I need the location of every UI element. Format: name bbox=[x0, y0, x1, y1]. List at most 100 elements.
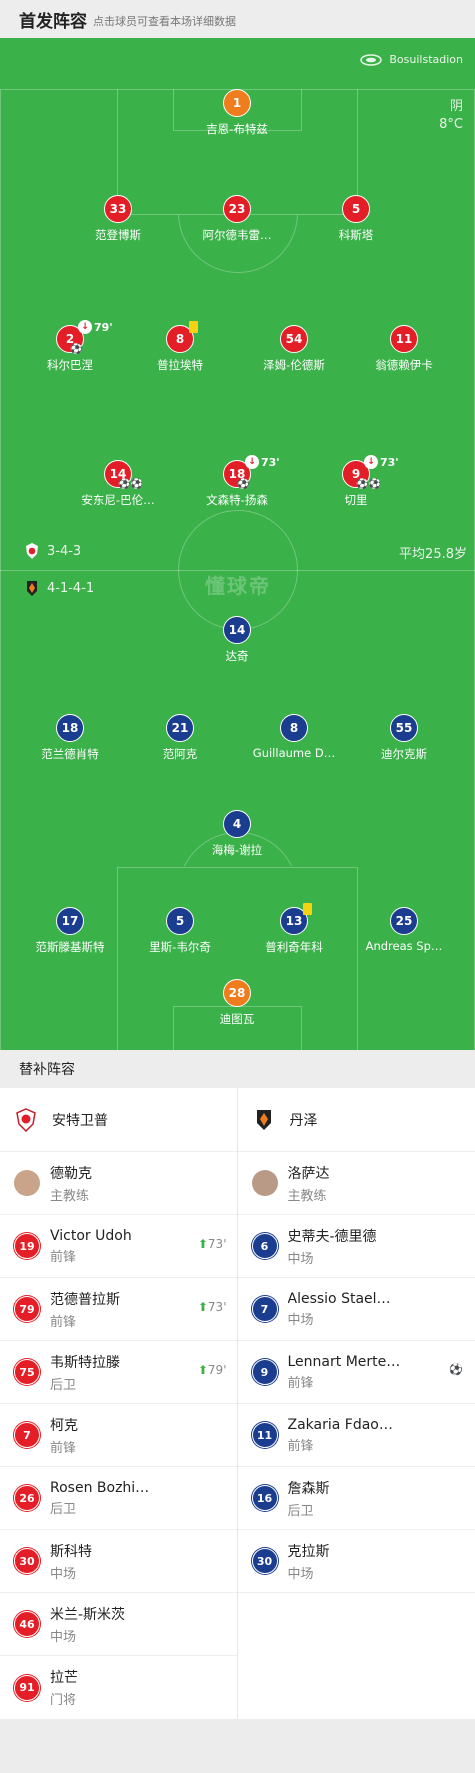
player-number: 5 bbox=[166, 907, 194, 935]
player-number: 23 bbox=[223, 195, 251, 223]
player-name: 克拉斯 bbox=[287, 1543, 330, 1560]
away-team-row[interactable]: 丹泽 bbox=[237, 1088, 475, 1152]
player-number: 18 ↓ 73' ⚽ bbox=[223, 455, 280, 490]
player-name: 文森特-扬森 bbox=[206, 493, 268, 507]
sub-row[interactable]: 75 韦斯特拉滕 后卫 ⬆79' bbox=[0, 1341, 237, 1404]
player-name: 海梅-谢拉 bbox=[211, 843, 263, 857]
player-home-forward[interactable]: 14 ⚽⚽ 安东尼-巴伦… bbox=[58, 460, 178, 508]
player-away-defender[interactable]: 5 里斯-韦尔奇 bbox=[120, 907, 240, 955]
sub-on-icon: ⬆ bbox=[197, 1363, 208, 1377]
player-name: 韦斯特拉滕 bbox=[50, 1354, 120, 1371]
player-home-midfielder[interactable]: 8 普拉埃特 bbox=[120, 321, 240, 373]
player-away-midfielder[interactable]: 18 范兰德肖特 bbox=[10, 714, 130, 762]
player-name: Zakaria Fdao… bbox=[287, 1416, 393, 1433]
player-number: 33 bbox=[104, 195, 132, 223]
player-away-defender[interactable]: 25 Andreas Sp… bbox=[344, 907, 464, 953]
sub-row[interactable]: 16 詹森斯 后卫 bbox=[237, 1467, 475, 1530]
player-position: 前锋 bbox=[50, 1314, 77, 1330]
player-number: 28 bbox=[223, 979, 251, 1007]
away-formation: 4-1-4-1 bbox=[25, 579, 94, 597]
sub-row[interactable]: 7 柯克 前锋 bbox=[0, 1404, 237, 1467]
away-coach-row[interactable]: 洛萨达 主教练 bbox=[237, 1152, 475, 1215]
player-home-goalkeeper[interactable]: 1 吉恩-布特兹 bbox=[177, 89, 297, 137]
player-position: 中场 bbox=[287, 1312, 314, 1328]
home-team-logo-icon bbox=[26, 543, 38, 559]
sub-row[interactable]: 46 米兰-斯米茨 中场 bbox=[0, 1593, 237, 1656]
player-away-defender[interactable]: 17 范斯滕基斯特 bbox=[10, 907, 130, 955]
player-position: 前锋 bbox=[50, 1249, 77, 1265]
player-home-defender[interactable]: 5 科斯塔 bbox=[296, 195, 416, 243]
player-position: 中场 bbox=[50, 1629, 77, 1645]
player-number: 17 bbox=[56, 907, 84, 935]
away-team-logo-icon bbox=[27, 581, 37, 596]
sub-on-indicator: ⬆73' bbox=[198, 1300, 227, 1314]
sub-row[interactable]: 6 史蒂夫-德里德 中场 bbox=[237, 1215, 475, 1278]
lineup-header: 首发阵容 点击球员可查看本场详细数据 bbox=[0, 0, 475, 38]
player-home-defender[interactable]: 23 阿尔德韦雷… bbox=[177, 195, 297, 243]
coach-name: 洛萨达 bbox=[287, 1165, 330, 1182]
player-number: 8 bbox=[166, 321, 198, 353]
sub-row[interactable]: 79 范德普拉斯 前锋 ⬆73' bbox=[0, 1278, 237, 1341]
player-name: 翁德赖伊卡 bbox=[375, 358, 433, 372]
player-away-goalkeeper[interactable]: 28 迪图瓦 bbox=[177, 979, 297, 1027]
player-number: 14 bbox=[223, 616, 251, 644]
player-name: 安东尼-巴伦… bbox=[81, 493, 155, 507]
player-home-defender[interactable]: 33 范登博斯 bbox=[58, 195, 178, 243]
player-number: 46 bbox=[14, 1611, 40, 1637]
player-name: 迪尔克斯 bbox=[381, 747, 427, 761]
venue-name: Bosuilstadion bbox=[389, 53, 463, 66]
sub-row[interactable]: 30 克拉斯 中场 bbox=[237, 1530, 475, 1593]
player-home-midfielder[interactable]: 2 ↓ 79' ⚽ 科尔巴涅 bbox=[10, 320, 130, 373]
player-number: 26 bbox=[14, 1485, 40, 1511]
player-away-defender[interactable]: 13 普利奇年科 bbox=[234, 903, 354, 955]
player-away-forward[interactable]: 14 达奇 bbox=[177, 616, 297, 664]
home-team-logo-icon bbox=[16, 1107, 36, 1132]
home-team-name: 安特卫普 bbox=[52, 1112, 108, 1129]
sub-row[interactable]: 19 Victor Udoh 前锋 ⬆73' bbox=[0, 1215, 237, 1278]
player-away-midfielder[interactable]: 21 范阿克 bbox=[120, 714, 240, 762]
sub-row[interactable]: 91 拉芒 门将 bbox=[0, 1656, 237, 1719]
player-home-forward[interactable]: 9 ↓ 73' ⚽⚽ 切里 bbox=[296, 455, 416, 508]
player-name: 科尔巴涅 bbox=[47, 358, 93, 372]
player-name: 范斯滕基斯特 bbox=[35, 940, 105, 954]
goal-icon: ⚽ bbox=[237, 479, 250, 490]
player-home-midfielder[interactable]: 54 泽姆-伦德斯 bbox=[234, 325, 354, 373]
player-number: 91 bbox=[14, 1674, 40, 1701]
sub-time: 73' bbox=[207, 1237, 227, 1251]
player-number: 54 bbox=[280, 325, 308, 353]
sub-row[interactable]: 11 Zakaria Fdao… 前锋 bbox=[237, 1404, 475, 1467]
sub-row[interactable]: 26 Rosen Bozhi… 后卫 bbox=[0, 1467, 237, 1530]
player-number: 8 bbox=[280, 714, 308, 742]
player-number: 11 bbox=[390, 325, 418, 353]
player-number: 5 bbox=[342, 195, 370, 223]
home-coach-row[interactable]: 德勒克 主教练 bbox=[0, 1152, 237, 1215]
sub-row[interactable]: 30 斯科特 中场 bbox=[0, 1530, 237, 1593]
sub-row[interactable]: 9 Lennart Merte… 前锋 ⚽ bbox=[237, 1341, 475, 1404]
player-name: 詹森斯 bbox=[287, 1480, 330, 1497]
player-name: Lennart Merte… bbox=[287, 1353, 401, 1370]
lineup-title: 首发阵容 bbox=[19, 11, 87, 32]
player-position: 中场 bbox=[287, 1251, 314, 1267]
player-name: 史蒂夫-德里德 bbox=[287, 1228, 377, 1245]
player-name: 普拉埃特 bbox=[157, 358, 203, 372]
player-position: 前锋 bbox=[287, 1375, 314, 1391]
player-home-forward[interactable]: 18 ↓ 73' ⚽ 文森特-扬森 bbox=[177, 455, 297, 508]
player-name: 范兰德肖特 bbox=[41, 747, 99, 761]
player-number: 18 bbox=[56, 714, 84, 742]
home-team-row[interactable]: 安特卫普 bbox=[0, 1088, 237, 1152]
player-position: 前锋 bbox=[50, 1440, 77, 1456]
sub-time: 73' bbox=[380, 456, 399, 469]
sub-time: 73' bbox=[207, 1300, 227, 1314]
sub-row[interactable]: 7 Alessio Stael… 中场 bbox=[237, 1278, 475, 1341]
player-away-def-midfielder[interactable]: 4 海梅-谢拉 bbox=[177, 810, 297, 858]
player-away-midfielder[interactable]: 8 Guillaume D… bbox=[234, 714, 354, 760]
sub-on-icon: ⬆ bbox=[197, 1300, 208, 1314]
player-away-midfielder[interactable]: 55 迪尔克斯 bbox=[344, 714, 464, 762]
player-home-midfielder[interactable]: 11 翁德赖伊卡 bbox=[344, 325, 464, 373]
player-position: 门将 bbox=[50, 1693, 77, 1708]
player-name: 米兰-斯米茨 bbox=[50, 1606, 126, 1623]
player-name: 阿尔德韦雷… bbox=[202, 228, 272, 242]
yellow-card-icon bbox=[189, 321, 198, 333]
away-team-logo-icon bbox=[256, 1109, 271, 1130]
player-position: 后卫 bbox=[50, 1501, 77, 1517]
